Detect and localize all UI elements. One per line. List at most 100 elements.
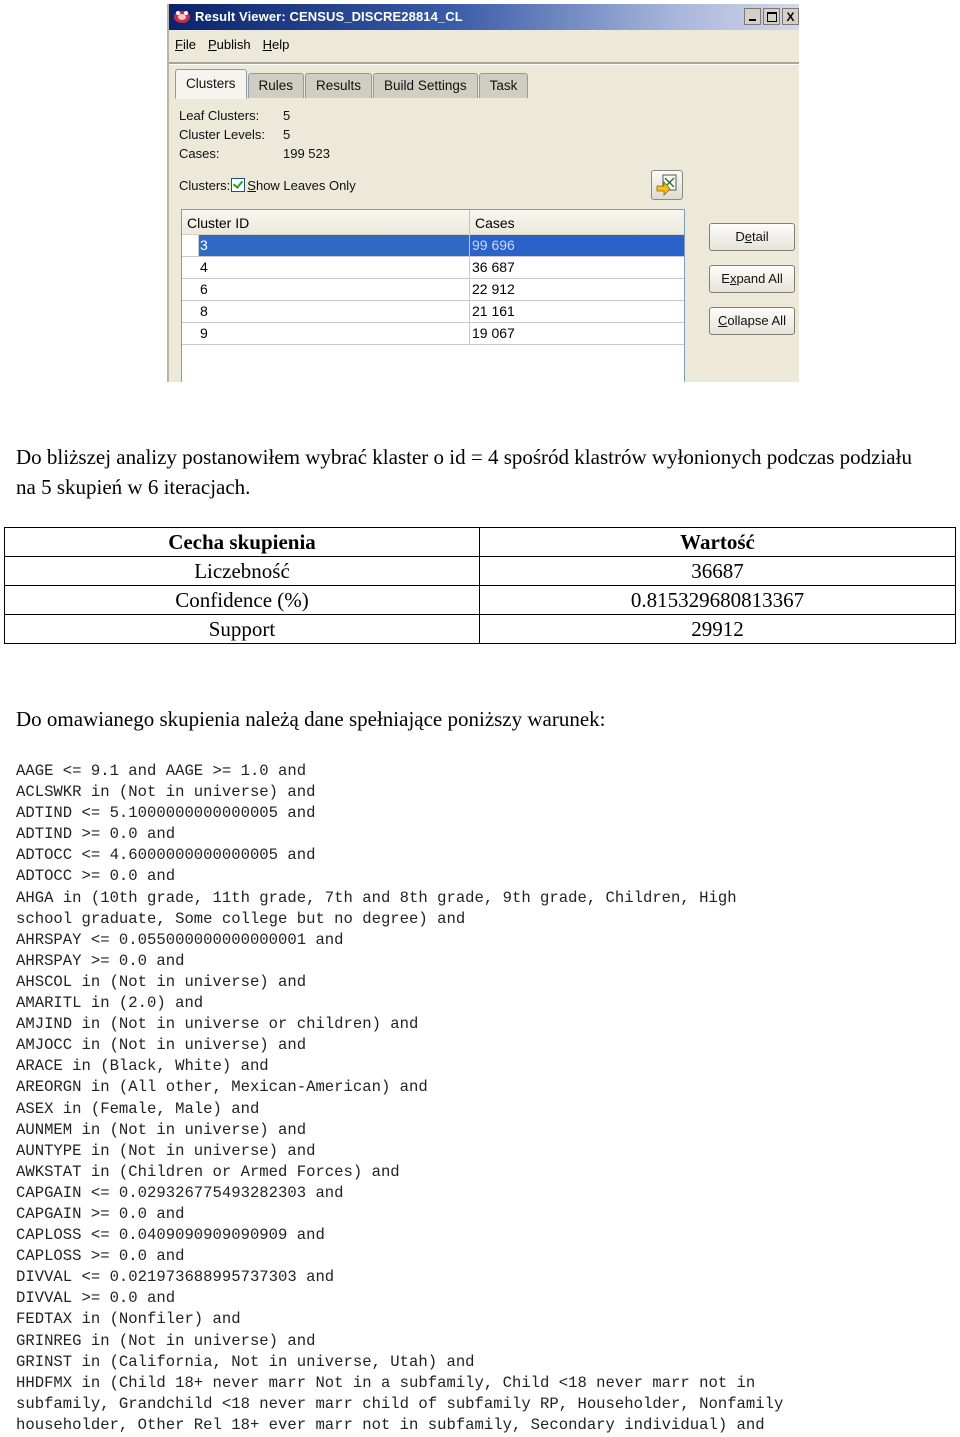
rule-line: AMJIND in (Not in universe or children) … <box>16 1015 419 1034</box>
table-row: Liczebność 36687 <box>4 556 956 586</box>
rule-line: ADTOCC >= 0.0 and <box>16 867 176 886</box>
feature-cell: Confidence (%) <box>4 585 480 615</box>
show-leaves-only-label[interactable]: Show Leaves Only <box>247 178 355 193</box>
header-value: Wartość <box>479 527 956 557</box>
leaf-clusters-label: Leaf Clusters: <box>179 108 260 123</box>
menu-file[interactable]: File <box>175 37 196 52</box>
rule-line: AUNTYPE in (Not in universe) and <box>16 1141 316 1160</box>
menu-help[interactable]: Help <box>263 37 290 52</box>
grid-header: Cluster ID Cases <box>182 210 684 235</box>
table-row: Support 29912 <box>4 614 956 644</box>
rule-line: AREORGN in (All other, Mexican-American)… <box>16 1078 428 1097</box>
tab-rules[interactable]: Rules <box>247 73 305 98</box>
value-cell: 0.815329680813367 <box>479 585 956 615</box>
grid-row[interactable]: 3 99 696 <box>182 235 684 257</box>
feature-cell: Liczebność <box>4 556 480 586</box>
menu-publish[interactable]: Publish <box>208 37 251 52</box>
rule-line: ACLSWKR in (Not in universe) and <box>16 783 316 802</box>
maximize-button[interactable] <box>763 8 780 25</box>
rule-line: AMJOCC in (Not in universe) and <box>16 1036 307 1055</box>
grid-row[interactable]: 8 21 161 <box>182 301 684 323</box>
rule-line: AHRSPAY <= 0.055000000000000001 and <box>16 930 344 949</box>
grid-row[interactable]: 9 19 067 <box>182 323 684 345</box>
column-header-cases[interactable]: Cases <box>470 210 684 234</box>
rule-line: ADTIND >= 0.0 and <box>16 825 176 844</box>
minimize-button[interactable] <box>744 8 761 25</box>
rule-line: AHSCOL in (Not in universe) and <box>16 972 307 991</box>
column-header-cluster-id[interactable]: Cluster ID <box>182 210 470 234</box>
table-header-row: Cecha skupienia Wartość <box>4 527 956 557</box>
cases-cell: 36 687 <box>472 259 515 275</box>
cluster-id-cell: 4 <box>182 257 470 278</box>
cluster-id-cell: 6 <box>182 279 470 300</box>
detail-button[interactable]: Detail <box>709 223 795 251</box>
rule-line: AHRSPAY >= 0.0 and <box>16 951 185 970</box>
rule-line: AAGE <= 9.1 and AAGE >= 1.0 and <box>16 762 307 780</box>
rule-line: CAPGAIN >= 0.0 and <box>16 1204 185 1223</box>
result-viewer-window: Result Viewer: CENSUS_DISCRE28814_CL X F… <box>167 4 799 382</box>
rule-line: AHGA in (10th grade, 11th grade, 7th and… <box>16 888 737 907</box>
title-bar[interactable]: Result Viewer: CENSUS_DISCRE28814_CL X <box>169 4 799 30</box>
condition-intro: Do omawianego skupienia należą dane speł… <box>16 707 606 731</box>
rule-line: ADTIND <= 5.1000000000000005 and <box>16 804 316 823</box>
close-button[interactable]: X <box>782 8 799 25</box>
rule-line: AUNMEM in (Not in universe) and <box>16 1120 307 1139</box>
rule-line: CAPLOSS >= 0.0 and <box>16 1247 185 1266</box>
table-row: Confidence (%) 0.815329680813367 <box>4 585 956 615</box>
tab-task[interactable]: Task <box>478 73 529 98</box>
cluster-stats-table: Cecha skupienia Wartość Liczebność 36687… <box>4 527 956 644</box>
cluster-id-cell: 3 <box>182 235 470 256</box>
menu-separator <box>169 62 799 65</box>
cluster-levels-row: Cluster Levels: 5 <box>179 127 290 142</box>
rule-line: DIVVAL >= 0.0 and <box>16 1289 176 1308</box>
rule-line: school graduate, Some college but no deg… <box>16 909 466 928</box>
minimize-icon <box>749 19 756 21</box>
rule-line: DIVVAL <= 0.021973688995737303 and <box>16 1268 335 1287</box>
expand-all-button[interactable]: Expand All <box>709 265 795 293</box>
close-icon: X <box>786 9 795 24</box>
rule-line: ADTOCC <= 4.6000000000000005 and <box>16 846 316 865</box>
value-cell: 36687 <box>479 556 956 586</box>
menu-bar: File Publish Help <box>175 37 289 52</box>
rule-line: AMARITL in (2.0) and <box>16 994 204 1013</box>
cluster-levels-label: Cluster Levels: <box>179 127 265 142</box>
rule-line: GRINREG in (Not in universe) and <box>16 1331 316 1350</box>
tab-strip: Clusters Rules Results Build Settings Ta… <box>175 68 529 99</box>
rule-line: householder, Other Rel 18+ ever marr not… <box>16 1415 765 1434</box>
rule-line: FEDTAX in (Nonfiler) and <box>16 1310 241 1329</box>
cases-value: 199 523 <box>283 146 330 161</box>
cluster-id-cell: 8 <box>182 301 470 322</box>
clusters-grid[interactable]: Cluster ID Cases 3 99 696 4 36 687 6 22 … <box>181 209 685 382</box>
clusters-filter-label: Clusters: <box>179 178 231 193</box>
intro-paragraph: Do bliższej analizy postanowiłem wybrać … <box>16 445 912 499</box>
feature-cell: Support <box>4 614 480 644</box>
cases-cell: 99 696 <box>470 235 684 256</box>
collapse-all-button[interactable]: Collapse All <box>709 307 795 335</box>
tab-results[interactable]: Results <box>305 73 373 98</box>
cluster-levels-value: 5 <box>283 127 291 142</box>
rule-listing: AAGE <= 9.1 and AAGE >= 1.0 and ACLSWKR i… <box>16 761 946 1436</box>
grid-row[interactable]: 6 22 912 <box>182 279 684 301</box>
value-cell: 29912 <box>479 614 956 644</box>
grid-row[interactable]: 4 36 687 <box>182 257 684 279</box>
cases-cell: 19 067 <box>472 325 515 341</box>
rule-line: subfamily, Grandchild <18 never marr chi… <box>16 1394 784 1413</box>
oracle-miner-icon <box>173 9 191 24</box>
export-arrow-icon <box>656 174 677 196</box>
window-title: Result Viewer: CENSUS_DISCRE28814_CL <box>195 9 463 24</box>
rule-line: ARACE in (Black, White) and <box>16 1057 269 1076</box>
cases-cell: 22 912 <box>472 281 515 297</box>
tab-clusters[interactable]: Clusters <box>175 69 247 99</box>
tab-build-settings[interactable]: Build Settings <box>373 73 478 98</box>
export-button[interactable] <box>651 170 683 200</box>
show-leaves-only-checkbox[interactable] <box>231 178 246 192</box>
rule-line: HHDFMX in (Child 18+ never marr Not in a… <box>16 1373 756 1392</box>
rule-line: AWKSTAT in (Children or Armed Forces) an… <box>16 1162 400 1181</box>
leaf-clusters-value: 5 <box>283 108 291 123</box>
header-feature: Cecha skupienia <box>4 527 480 557</box>
rule-line: ASEX in (Female, Male) and <box>16 1099 260 1118</box>
cases-row: Cases: 199 523 <box>179 146 330 161</box>
cluster-id-cell: 9 <box>182 323 470 344</box>
maximize-icon <box>766 11 777 22</box>
cases-cell: 21 161 <box>472 303 515 319</box>
